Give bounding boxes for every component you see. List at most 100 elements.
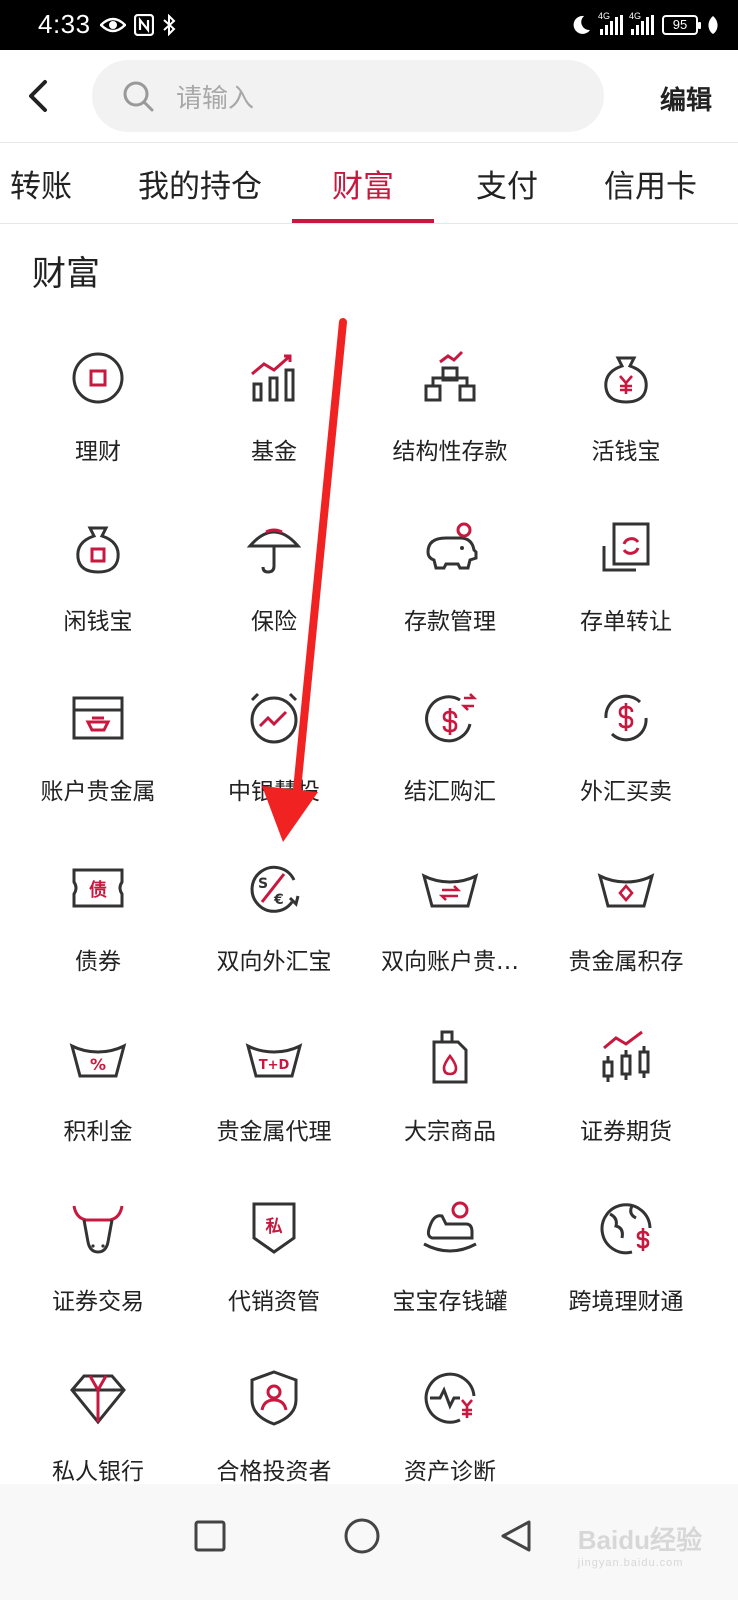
search-placeholder: 请输入 — [176, 83, 255, 114]
grid-item-label: 宝宝存钱罐 — [392, 1289, 508, 1315]
oil-can-icon — [432, 1030, 468, 1084]
square-icon — [194, 1520, 226, 1552]
grid-item-label: 资产诊断 — [404, 1459, 496, 1485]
umbrella-icon — [246, 528, 302, 574]
stopwatch-trend-icon — [250, 692, 298, 744]
grid-item-label: 理财 — [75, 439, 121, 465]
back-button[interactable] — [18, 72, 58, 120]
tab-payment[interactable]: 支付 — [476, 161, 538, 206]
search-icon — [123, 81, 154, 112]
globe-dollar-icon — [600, 1203, 652, 1255]
grid-item-huoqianbao[interactable]: 活钱宝 — [538, 340, 714, 510]
eye-icon — [100, 17, 126, 33]
svg-text:债: 债 — [89, 879, 107, 901]
grid-item-bond[interactable]: 债 债券 — [10, 850, 186, 1020]
yen-money-bag-icon — [604, 356, 648, 404]
grid-item-label: 代销资管 — [228, 1289, 320, 1315]
grid-item-label: 大宗商品 — [404, 1119, 496, 1145]
grid-item-licai[interactable]: 理财 — [10, 340, 186, 510]
money-bag-icon — [76, 526, 120, 574]
grid-item-structured-deposit[interactable]: 结构性存款 — [362, 340, 538, 510]
nfc-icon — [134, 14, 154, 36]
bluetooth-icon — [163, 14, 176, 36]
grid-item-securities-futures[interactable]: 证券期货 — [538, 1020, 714, 1190]
grid-item-label: 合格投资者 — [216, 1459, 332, 1485]
tab-transfer[interactable]: 转账 — [10, 161, 72, 206]
diamond-icon — [70, 1374, 126, 1425]
moon-icon — [573, 15, 590, 34]
gold-ingot-diamond-icon — [597, 873, 655, 908]
gold-bar-box-icon — [72, 696, 124, 740]
grid-item-label: 存款管理 — [404, 609, 496, 635]
grid-item-securities-trading[interactable]: 证券交易 — [10, 1190, 186, 1360]
back-nav-button[interactable] — [488, 1508, 544, 1564]
svg-text:T+D: T+D — [259, 1058, 290, 1073]
edit-button[interactable]: 编辑 — [660, 80, 712, 117]
coin-square-icon — [72, 352, 124, 404]
grid-item-label: 账户贵金属 — [40, 779, 156, 805]
candlestick-chart-icon — [602, 1030, 650, 1082]
grid-item-two-way-fx[interactable]: S € 双向外汇宝 — [186, 850, 362, 1020]
triangle-back-icon — [501, 1520, 531, 1552]
grid-item-xianqianbao[interactable]: 闲钱宝 — [10, 510, 186, 680]
status-left-icons — [100, 13, 176, 37]
grid-item-cross-border-wmc[interactable]: 跨境理财通 — [538, 1190, 714, 1360]
private-shield-icon: 私 — [252, 1202, 296, 1254]
grid-item-fx-trading[interactable]: 外汇买卖 — [538, 680, 714, 850]
tab-my-holdings[interactable]: 我的持仓 — [138, 161, 262, 206]
grid-item-label: 基金 — [251, 439, 297, 465]
svg-text:%: % — [90, 1055, 106, 1074]
grid-item-label: 双向外汇宝 — [216, 949, 332, 975]
grid-item-label: 债券 — [75, 949, 121, 975]
bar-chart-up-icon — [251, 354, 295, 402]
home-button[interactable] — [334, 1508, 390, 1564]
tab-wealth[interactable]: 财富 — [332, 161, 394, 206]
svg-text:€: € — [273, 892, 284, 908]
dollar-euro-icon: S€ — [250, 865, 300, 913]
status-time: 4:33 — [38, 9, 91, 39]
grid-item-label: 积利金 — [63, 1119, 133, 1145]
piggy-bank-icon — [426, 522, 478, 570]
chevron-left-icon — [29, 80, 47, 112]
grid-item-cd-transfer[interactable]: 存单转让 — [538, 510, 714, 680]
grid-item-fx-settlement[interactable]: 结汇购汇 — [362, 680, 538, 850]
grid-item-label: 保险 — [251, 609, 297, 635]
certificate-transfer-icon — [602, 522, 650, 572]
grid-item-deposit-management[interactable]: 存款管理 — [362, 510, 538, 680]
grid-item-label: 跨境理财通 — [568, 1289, 684, 1315]
grid-item-label: 活钱宝 — [591, 439, 661, 465]
grid-item-metal-agency[interactable]: T+D 贵金属代理 — [186, 1020, 362, 1190]
search-input[interactable]: 请输入 — [92, 60, 604, 132]
circle-icon — [344, 1518, 380, 1554]
status-right: 4G 4G 95 — [570, 11, 720, 38]
grid-item-label: 外汇买卖 — [580, 779, 672, 805]
signal-1-icon: 4G — [598, 11, 623, 35]
grid-item-metal-accumulation[interactable]: 贵金属积存 — [538, 850, 714, 1020]
watermark: Baidu经验 jingyan.baidu.com — [577, 1525, 702, 1569]
grid-item-jilijin[interactable]: % 积利金 — [10, 1020, 186, 1190]
grid-item-label: 贵金属积存 — [568, 949, 684, 975]
dollar-cycle-icon — [604, 694, 648, 742]
grid-item-label: 双向账户贵… — [381, 949, 519, 975]
rocking-horse-icon — [423, 1201, 477, 1253]
dollar-exchange-icon — [425, 693, 478, 743]
grid-item-label: 证券期货 — [580, 1119, 672, 1145]
grid-item-insurance[interactable]: 保险 — [186, 510, 362, 680]
battery-icon: 95 — [662, 15, 701, 35]
grid-item-label: 闲钱宝 — [63, 609, 133, 635]
recent-apps-button[interactable] — [182, 1508, 238, 1564]
structure-chart-icon — [424, 350, 476, 402]
bull-icon — [72, 1205, 124, 1254]
system-nav-bar: Baidu经验 jingyan.baidu.com — [0, 1484, 738, 1600]
grid-item-two-way-account-metal[interactable]: 双向账户贵… — [362, 850, 538, 1020]
grid-item-label: 中银慧投 — [228, 779, 320, 805]
grid-item-account-precious-metal[interactable]: 账户贵金属 — [10, 680, 186, 850]
grid-item-baby-piggy-bank[interactable]: 宝宝存钱罐 — [362, 1190, 538, 1360]
bond-ticket-icon: 债 — [72, 868, 124, 908]
grid-item-label: 贵金属代理 — [216, 1119, 332, 1145]
tab-credit-card[interactable]: 信用卡 — [604, 161, 697, 206]
grid-item-zhongyin-huitou[interactable]: 中银慧投 — [186, 680, 362, 850]
grid-item-commodities[interactable]: 大宗商品 — [362, 1020, 538, 1190]
grid-item-consignment-asset-mgmt[interactable]: 私 代销资管 — [186, 1190, 362, 1360]
grid-item-fund[interactable]: 基金 — [186, 340, 362, 510]
